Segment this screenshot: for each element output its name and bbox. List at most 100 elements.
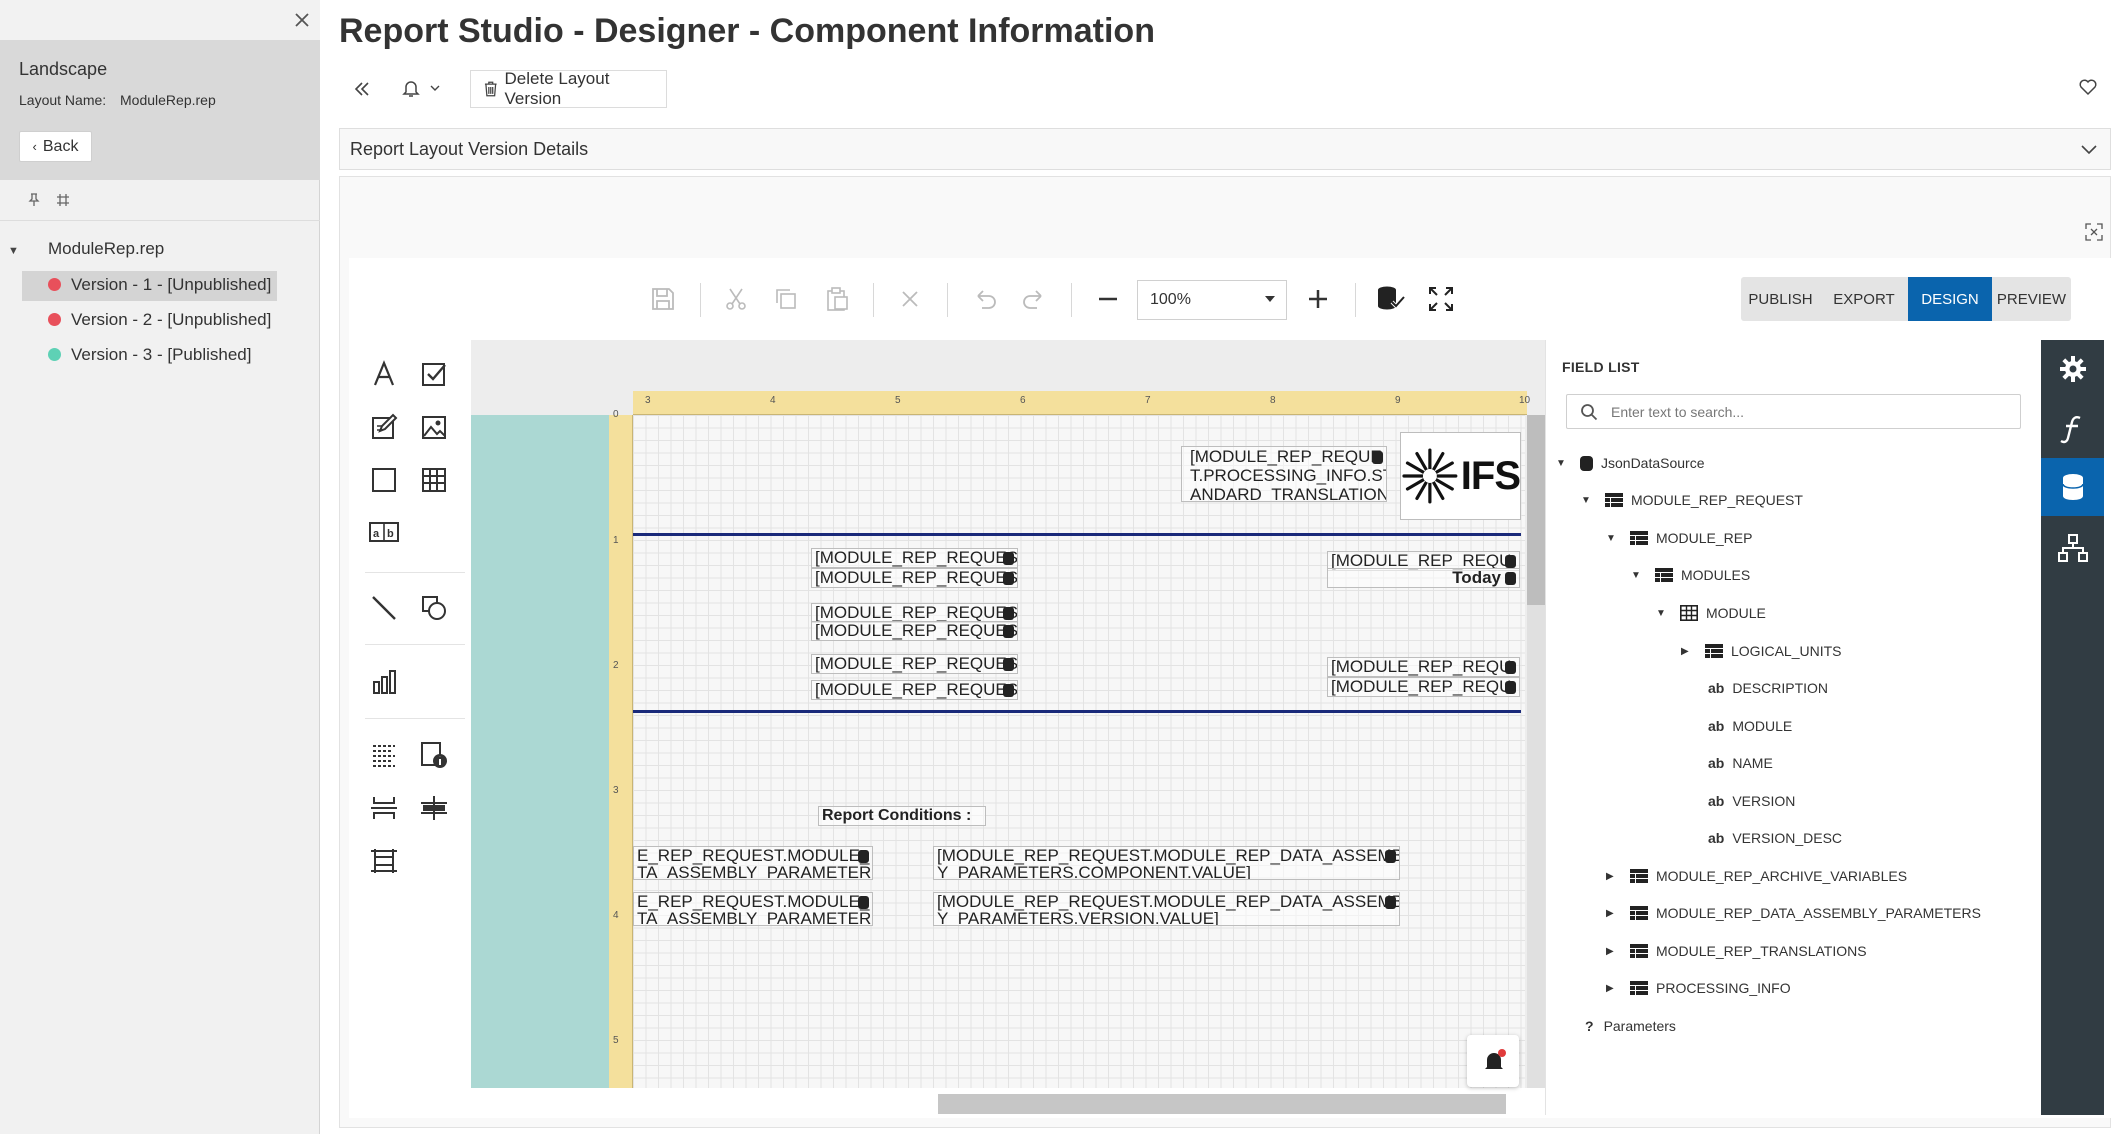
field-node[interactable]: ab NAME <box>1708 753 1773 773</box>
expand-down-icon: ▼ <box>1581 494 1591 506</box>
report-field[interactable]: [MODULE_REP_REQUES <box>811 603 1018 623</box>
parameters-icon: ? <box>1585 1018 1594 1034</box>
design-button[interactable]: DESIGN <box>1908 277 1992 321</box>
redo-icon[interactable] <box>1016 281 1052 317</box>
table-of-contents-tool-icon[interactable] <box>366 737 402 773</box>
report-field[interactable]: E_REP_REQUEST.MODULE_ TA_ASSEMBLY_PARAMET… <box>633 846 873 880</box>
database-icon[interactable] <box>2061 472 2085 502</box>
report-field[interactable]: [MODULE_REP_REQUES <box>811 548 1018 568</box>
database-icon <box>1505 681 1516 694</box>
zoom-in-icon[interactable] <box>1300 281 1336 317</box>
export-button[interactable]: EXPORT <box>1820 277 1908 321</box>
back-button[interactable]: ‹ Back <box>19 131 92 162</box>
today-field[interactable]: Today <box>1327 568 1520 588</box>
field-node[interactable]: ▼ MODULES <box>1631 565 1750 585</box>
ifs-logo-picture[interactable]: IFS <box>1400 432 1521 520</box>
favorite-heart-icon[interactable] <box>2078 77 2098 97</box>
double-chevron-left-icon[interactable] <box>350 77 374 101</box>
report-field[interactable]: E_REP_REQUEST.MODULE_ TA_ASSEMBLY_PARAMET… <box>633 892 873 926</box>
notification-dropdown[interactable] <box>400 77 442 99</box>
cross-band-tool-icon[interactable] <box>416 790 452 826</box>
field-node[interactable]: ab VERSION_DESC <box>1708 828 1842 848</box>
database-icon <box>1580 455 1593 471</box>
checkbox-tool-icon[interactable] <box>416 356 452 392</box>
tree-item-version-2[interactable]: Version - 2 - [Unpublished] <box>48 310 271 330</box>
report-field[interactable]: [MODULE_REP_REQUEST.MODULE_REP_DATA_ASSE… <box>933 846 1400 880</box>
report-field[interactable]: [MODULE_REP_REQU <box>1327 677 1520 697</box>
list-table-icon <box>1630 869 1648 883</box>
field-node[interactable]: ▼ JsonDataSource <box>1556 453 1705 473</box>
gear-icon[interactable] <box>2058 354 2088 384</box>
text-label-tool-icon[interactable] <box>366 356 402 392</box>
details-label: Report Layout Version Details <box>350 138 589 159</box>
layout-version-details-header[interactable]: Report Layout Version Details <box>339 128 2111 170</box>
report-header-field[interactable]: [MODULE_REP_REQUE T.PROCESSING_INFO.ST A… <box>1181 446 1387 502</box>
copy-icon[interactable] <box>768 281 804 317</box>
field-node[interactable]: ▼ MODULE_REP <box>1606 528 1752 548</box>
vertical-scrollbar-thumb[interactable] <box>1527 415 1545 605</box>
function-icon[interactable] <box>2060 414 2086 444</box>
field-text: ANDARD_TRANSLATION <box>1190 485 1387 502</box>
picture-tool-icon[interactable] <box>416 409 452 445</box>
tree-root[interactable]: ▼ ModuleRep.rep <box>8 239 164 259</box>
field-node[interactable]: ab MODULE <box>1708 716 1792 736</box>
field-node[interactable]: ▼ MODULE_REP_REQUEST <box>1581 490 1803 510</box>
ruler-tick-label: 7 <box>1145 395 1151 406</box>
expand-canvas-icon[interactable] <box>1423 281 1459 317</box>
page-info-tool-icon[interactable] <box>416 737 452 773</box>
field-text: [MODULE_REP_REQUES <box>815 568 1018 587</box>
tree-item-version-3[interactable]: Version - 3 - [Published] <box>48 345 251 365</box>
delete-x-icon[interactable] <box>892 281 928 317</box>
publish-button[interactable]: PUBLISH <box>1741 277 1820 321</box>
horizontal-scrollbar-thumb[interactable] <box>938 1094 1506 1114</box>
character-comb-tool-icon[interactable]: ab <box>366 514 402 550</box>
report-field[interactable]: [MODULE_REP_REQUES <box>811 654 1018 674</box>
field-text: [MODULE_REP_REQU <box>1331 657 1512 676</box>
report-field[interactable]: [MODULE_REP_REQU <box>1327 657 1520 677</box>
report-page[interactable] <box>633 415 1525 1088</box>
field-node[interactable]: ▶ MODULE_REP_DATA_ASSEMBLY_PARAMETERS <box>1606 903 1981 923</box>
field-node[interactable]: ▶ MODULE_REP_TRANSLATIONS <box>1606 941 1867 961</box>
close-icon[interactable] <box>290 8 314 32</box>
delete-layout-version-button[interactable]: Delete Layout Version <box>470 69 667 108</box>
field-node[interactable]: ab VERSION <box>1708 791 1795 811</box>
cut-icon[interactable] <box>718 281 754 317</box>
tree-item-version-1[interactable]: Version - 1 - [Unpublished] <box>48 275 271 295</box>
fullscreen-icon[interactable] <box>2084 222 2104 242</box>
save-icon[interactable] <box>645 281 681 317</box>
field-node-label: PROCESSING_INFO <box>1656 980 1791 996</box>
report-field[interactable]: [MODULE_REP_REQUEST.MODULE_REP_DATA_ASSE… <box>933 892 1400 926</box>
rich-text-tool-icon[interactable] <box>366 409 402 445</box>
pin-icon[interactable] <box>27 193 41 207</box>
field-node[interactable]: ▶ MODULE_REP_ARCHIVE_VARIABLES <box>1606 866 1907 886</box>
undo-icon[interactable] <box>967 281 1003 317</box>
field-node[interactable]: ? Parameters <box>1585 1016 1676 1036</box>
report-explorer-icon[interactable] <box>2057 533 2089 563</box>
data-source-check-icon[interactable] <box>1373 281 1409 317</box>
page-break-tool-icon[interactable] <box>366 790 402 826</box>
sub-band-tool-icon[interactable] <box>366 843 402 879</box>
field-node-label: JsonDataSource <box>1601 455 1705 471</box>
field-node[interactable]: ▶ PROCESSING_INFO <box>1606 978 1791 998</box>
field-search-input[interactable]: Enter text to search... <box>1566 394 2021 429</box>
table-tool-icon[interactable] <box>416 462 452 498</box>
preview-button[interactable]: PREVIEW <box>1992 277 2071 321</box>
field-node[interactable]: ab DESCRIPTION <box>1708 678 1828 698</box>
expand-down-icon[interactable]: ▼ <box>8 245 48 257</box>
paste-icon[interactable] <box>819 281 855 317</box>
list-table-icon <box>1655 568 1673 582</box>
collapse-all-icon[interactable] <box>56 193 70 207</box>
report-field[interactable]: [MODULE_REP_REQUES <box>811 568 1018 588</box>
panel-tool-icon[interactable] <box>366 462 402 498</box>
chart-tool-icon[interactable] <box>366 664 402 700</box>
zoom-out-icon[interactable] <box>1090 281 1126 317</box>
field-node[interactable]: ▼ MODULE <box>1656 603 1766 623</box>
field-node[interactable]: ▶ LOGICAL_UNITS <box>1681 641 1841 661</box>
report-field[interactable]: [MODULE_REP_REQUES <box>811 621 1018 641</box>
shape-tool-icon[interactable] <box>416 590 452 626</box>
report-field[interactable]: [MODULE_REP_REQUES <box>811 680 1018 700</box>
report-conditions-label[interactable]: Report Conditions : <box>818 806 986 826</box>
zoom-select[interactable]: 100% <box>1137 280 1287 320</box>
notifications-button[interactable] <box>1467 1035 1519 1087</box>
line-tool-icon[interactable] <box>366 590 402 626</box>
